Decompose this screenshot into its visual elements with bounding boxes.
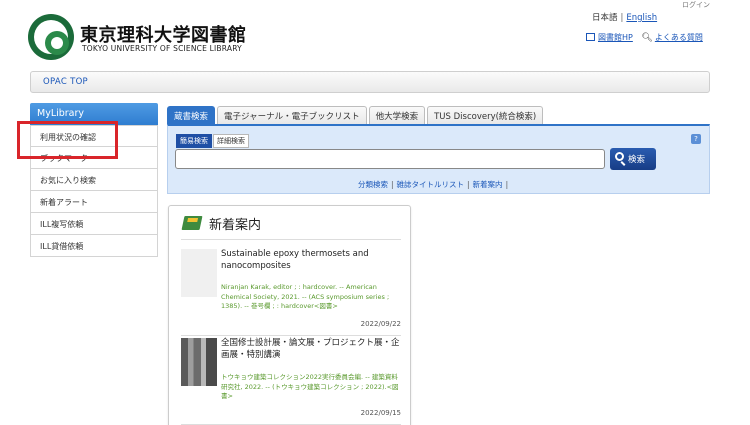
- search-button-label: 検索: [628, 155, 646, 165]
- sidebar-item-new-arrival-alert[interactable]: 新着アラート: [30, 191, 158, 213]
- faq-link[interactable]: よくある質問: [655, 32, 703, 43]
- university-logo[interactable]: [28, 14, 74, 60]
- opac-top-bar: OPAC TOP: [30, 71, 710, 93]
- new-arrivals-card: 新着案内 Sustainable epoxy thermosets and na…: [168, 205, 411, 425]
- search-links: 分類検索 | 雑誌タイトルリスト | 新着案内 |: [358, 179, 511, 190]
- sidebar-item-favorite-searches[interactable]: お気に入り検索: [30, 169, 158, 191]
- tab-tus-discovery[interactable]: TUS Discovery(統合検索): [427, 106, 544, 124]
- book-thumbnail: [181, 338, 217, 386]
- book-date: 2022/09/15: [360, 409, 401, 417]
- lang-japanese[interactable]: 日本語: [592, 13, 618, 23]
- sidebar-item-ill-loan[interactable]: ILL貸借依頼: [30, 235, 158, 257]
- link-separator: |: [505, 180, 509, 189]
- book-title[interactable]: Sustainable epoxy thermosets and nanocom…: [221, 249, 405, 272]
- advanced-search-tab[interactable]: 詳細検索: [213, 134, 249, 148]
- tab-catalog-search[interactable]: 蔵書検索: [167, 106, 216, 124]
- search-button[interactable]: 検索: [610, 148, 656, 170]
- tab-ejournal-list[interactable]: 電子ジャーナル・電子ブックリスト: [217, 106, 367, 124]
- list-item[interactable]: 全国修士設計展・論文展・プロジェクト展・企画展・特別講演 トウキョウ建築コレクシ…: [181, 338, 401, 423]
- magnifier-icon: [615, 152, 624, 161]
- link-separator: |: [467, 180, 470, 189]
- login-link[interactable]: ログイン: [682, 0, 710, 10]
- tab-other-university[interactable]: 他大学検索: [368, 106, 426, 124]
- sidebar-item-ill-copy[interactable]: ILL複写依頼: [30, 213, 158, 235]
- header-links: 図書館HP 🔍︎ よくある質問: [586, 32, 709, 43]
- book-thumbnail: [181, 249, 217, 297]
- new-arrivals-link[interactable]: 新着案内: [473, 180, 503, 189]
- language-switcher: 日本語 | English: [592, 11, 657, 23]
- divider: [181, 335, 401, 336]
- classification-search-link[interactable]: 分類検索: [358, 180, 388, 189]
- simple-search-tab[interactable]: 簡易検索: [176, 134, 212, 148]
- window-icon: [586, 33, 595, 41]
- search-input[interactable]: [175, 149, 605, 169]
- lang-separator: |: [620, 13, 624, 23]
- search-icon: 🔍︎: [641, 33, 653, 43]
- lang-english[interactable]: English: [626, 13, 657, 23]
- journal-title-list-link[interactable]: 雑誌タイトルリスト: [397, 180, 465, 189]
- book-title[interactable]: 全国修士設計展・論文展・プロジェクト展・企画展・特別講演: [221, 338, 405, 361]
- search-mode-tabs: 簡易検索 詳細検索: [176, 134, 250, 148]
- book-date: 2022/09/22: [360, 320, 401, 328]
- search-tabs: 蔵書検索 電子ジャーナル・電子ブックリスト 他大学検索 TUS Discovery(統…: [167, 106, 545, 124]
- search-panel: 簡易検索 詳細検索 ? 検索 分類検索 | 雑誌タイトルリスト | 新着案内 |: [167, 124, 710, 194]
- library-name-en: TOKYO UNIVERSITY OF SCIENCE LIBRARY: [82, 44, 242, 53]
- opac-top-link[interactable]: OPAC TOP: [43, 77, 88, 87]
- library-hp-link[interactable]: 図書館HP: [598, 32, 633, 43]
- book-icon: [181, 216, 203, 230]
- book-meta: トウキョウ建築コレクション2022実行委員会編. -- 建築資料研究社, 202…: [221, 373, 399, 400]
- book-meta: Niranjan Karak, editor ; : hardcover. --…: [221, 283, 390, 310]
- highlight-box: [17, 121, 118, 159]
- help-icon[interactable]: ?: [691, 134, 701, 144]
- divider: [181, 239, 401, 240]
- list-item[interactable]: Sustainable epoxy thermosets and nanocom…: [181, 249, 401, 334]
- link-separator: |: [391, 180, 394, 189]
- new-arrivals-title: 新着案内: [209, 218, 262, 233]
